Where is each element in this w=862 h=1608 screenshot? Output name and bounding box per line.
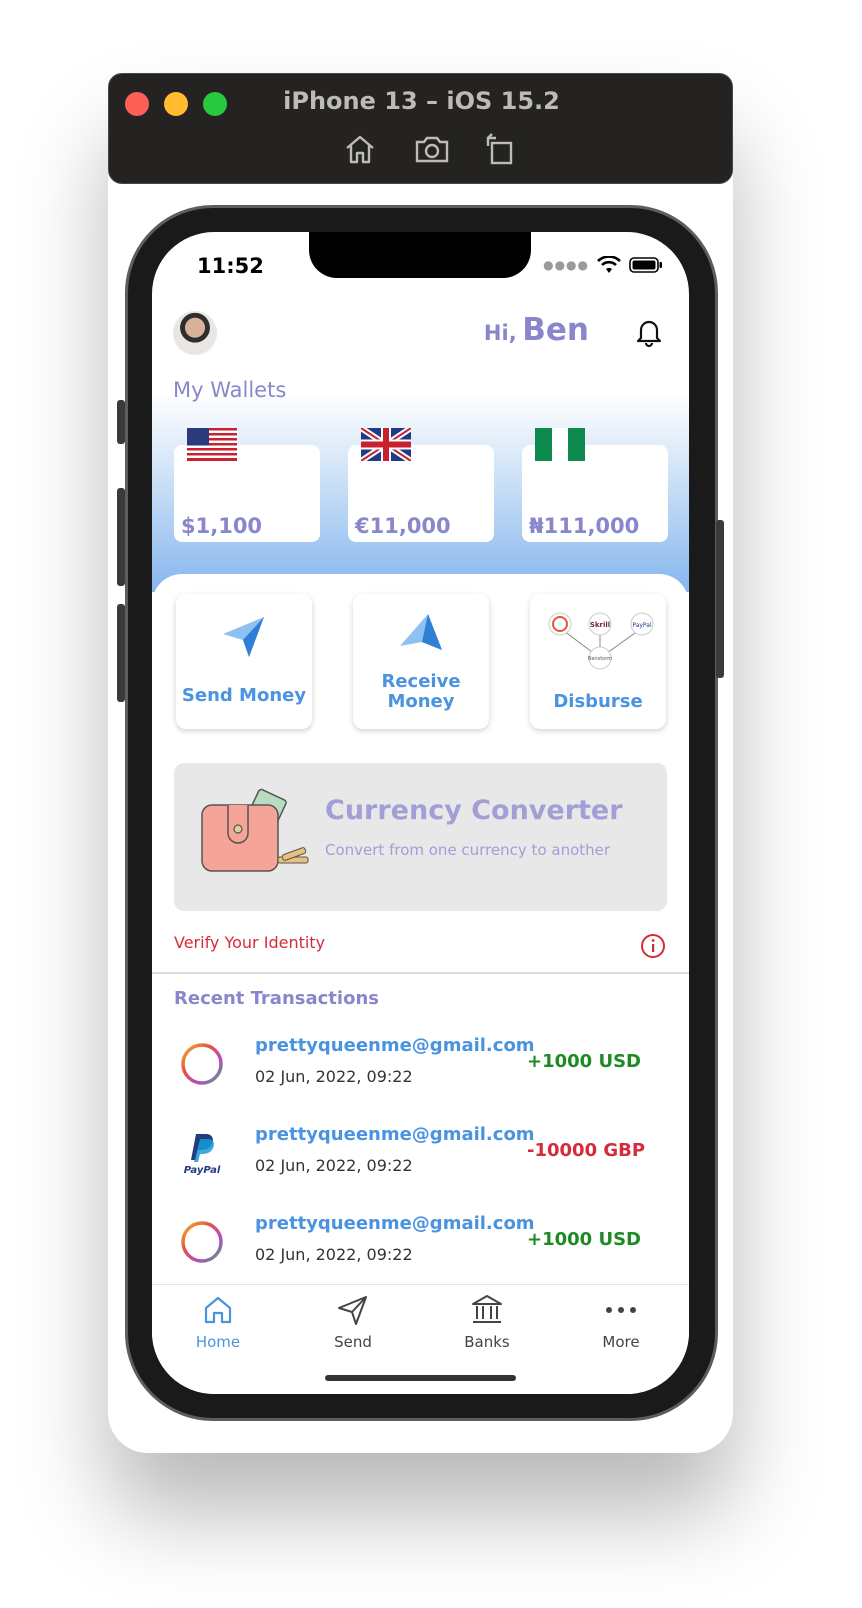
transaction-row[interactable]: prettyqueenme@gmail.com 02 Jun, 2022, 09… bbox=[152, 1213, 689, 1283]
wallet-amount: ₦111,000 bbox=[529, 514, 640, 538]
tab-label: Home bbox=[195, 1333, 241, 1351]
paypal-logo-text: PayPal bbox=[632, 622, 652, 629]
wallet-amount: $1,100 bbox=[181, 514, 263, 538]
paper-plane-icon bbox=[400, 614, 442, 650]
tab-home[interactable]: Home bbox=[168, 1293, 268, 1351]
transaction-amount: -10000 GBP bbox=[527, 1140, 646, 1161]
transaction-email: prettyqueenme@gmail.com bbox=[255, 1213, 535, 1234]
status-time: 11:52 bbox=[197, 254, 264, 278]
action-label: Send Money bbox=[181, 685, 307, 706]
send-icon bbox=[338, 1296, 367, 1325]
transaction-amount: +1000 USD bbox=[527, 1051, 641, 1072]
transaction-date: 02 Jun, 2022, 09:22 bbox=[255, 1156, 413, 1175]
us-flag-icon bbox=[187, 428, 237, 461]
nigeria-flag-icon bbox=[535, 428, 585, 461]
transaction-email: prettyqueenme@gmail.com bbox=[255, 1035, 535, 1056]
tab-label: More bbox=[602, 1333, 640, 1351]
power-button bbox=[716, 520, 724, 678]
tab-banks[interactable]: Banks bbox=[437, 1293, 537, 1351]
converter-subtitle: Convert from one currency to another bbox=[325, 841, 611, 859]
disburse-network-icon: Skrill PayPal Benstorm bbox=[548, 612, 654, 670]
transaction-row[interactable]: prettyqueenme@gmail.com 02 Jun, 2022, 09… bbox=[152, 1035, 689, 1105]
ring-logo-icon bbox=[181, 1221, 223, 1263]
home-icon bbox=[204, 1296, 232, 1324]
tab-label: Banks bbox=[464, 1333, 510, 1351]
greeting-prefix: Hi, bbox=[483, 321, 517, 345]
paypal-logo-text: PayPal bbox=[184, 1165, 221, 1176]
wallet-icon bbox=[201, 788, 309, 872]
screenshot-icon[interactable] bbox=[414, 132, 450, 166]
receive-money-button[interactable]: Receive Money bbox=[353, 594, 489, 729]
paypal-logo-icon: PayPal bbox=[184, 1134, 221, 1176]
transaction-row[interactable]: PayPal prettyqueenme@gmail.com 02 Jun, 2… bbox=[152, 1124, 689, 1194]
wallet-amount: €11,000 bbox=[355, 514, 451, 538]
simulator-toolbar: iPhone 13 – iOS 15.2 bbox=[108, 73, 733, 184]
tab-send[interactable]: Send bbox=[303, 1293, 403, 1351]
home-icon[interactable] bbox=[342, 132, 378, 166]
wallets-title: My Wallets bbox=[173, 378, 287, 402]
divider bbox=[152, 972, 689, 974]
ring-logo-icon bbox=[181, 1043, 223, 1085]
uk-flag-icon bbox=[361, 428, 411, 461]
disburse-button[interactable]: Skrill PayPal Benstorm Disburse bbox=[530, 594, 666, 729]
wifi-icon bbox=[597, 256, 621, 273]
mute-switch bbox=[117, 400, 125, 444]
avatar[interactable] bbox=[173, 311, 217, 355]
transaction-date: 02 Jun, 2022, 09:22 bbox=[255, 1245, 413, 1264]
more-icon bbox=[606, 1307, 636, 1313]
send-money-button[interactable]: Send Money bbox=[176, 594, 312, 729]
converter-title: Currency Converter bbox=[325, 795, 623, 826]
volume-up-button bbox=[117, 488, 125, 586]
recent-transactions-title: Recent Transactions bbox=[174, 988, 379, 1009]
action-label: Receive Money bbox=[381, 671, 461, 712]
rotate-icon[interactable] bbox=[482, 132, 518, 166]
tab-more[interactable]: More bbox=[571, 1293, 671, 1351]
signal-icon: ●●●● bbox=[543, 258, 589, 272]
info-icon[interactable] bbox=[640, 933, 666, 959]
notch bbox=[309, 232, 531, 278]
bell-icon[interactable] bbox=[633, 316, 665, 348]
transaction-date: 02 Jun, 2022, 09:22 bbox=[255, 1067, 413, 1086]
home-indicator bbox=[325, 1375, 516, 1381]
volume-down-button bbox=[117, 604, 125, 702]
currency-converter-card[interactable]: Currency Converter Convert from one curr… bbox=[174, 763, 667, 911]
phone-screen: 11:52 ●●●● Hi, Ben My Wallets $1,100 €11… bbox=[152, 232, 689, 1394]
verify-identity-link[interactable]: Verify Your Identity bbox=[174, 933, 325, 952]
benstorm-logo-text: Benstorm bbox=[588, 656, 612, 662]
transaction-email: prettyqueenme@gmail.com bbox=[255, 1124, 535, 1145]
user-name: Ben bbox=[522, 312, 589, 348]
greeting: Hi, Ben bbox=[484, 312, 589, 348]
tab-label: Send bbox=[334, 1333, 372, 1351]
paper-plane-icon bbox=[223, 617, 264, 657]
transaction-amount: +1000 USD bbox=[527, 1229, 641, 1250]
status-indicators: ●●●● bbox=[543, 256, 663, 274]
battery-icon bbox=[629, 257, 662, 273]
skrill-logo-text: Skrill bbox=[590, 621, 610, 629]
simulator-title: iPhone 13 – iOS 15.2 bbox=[283, 87, 560, 115]
action-label: Disburse bbox=[553, 691, 643, 712]
bank-icon bbox=[472, 1295, 502, 1323]
